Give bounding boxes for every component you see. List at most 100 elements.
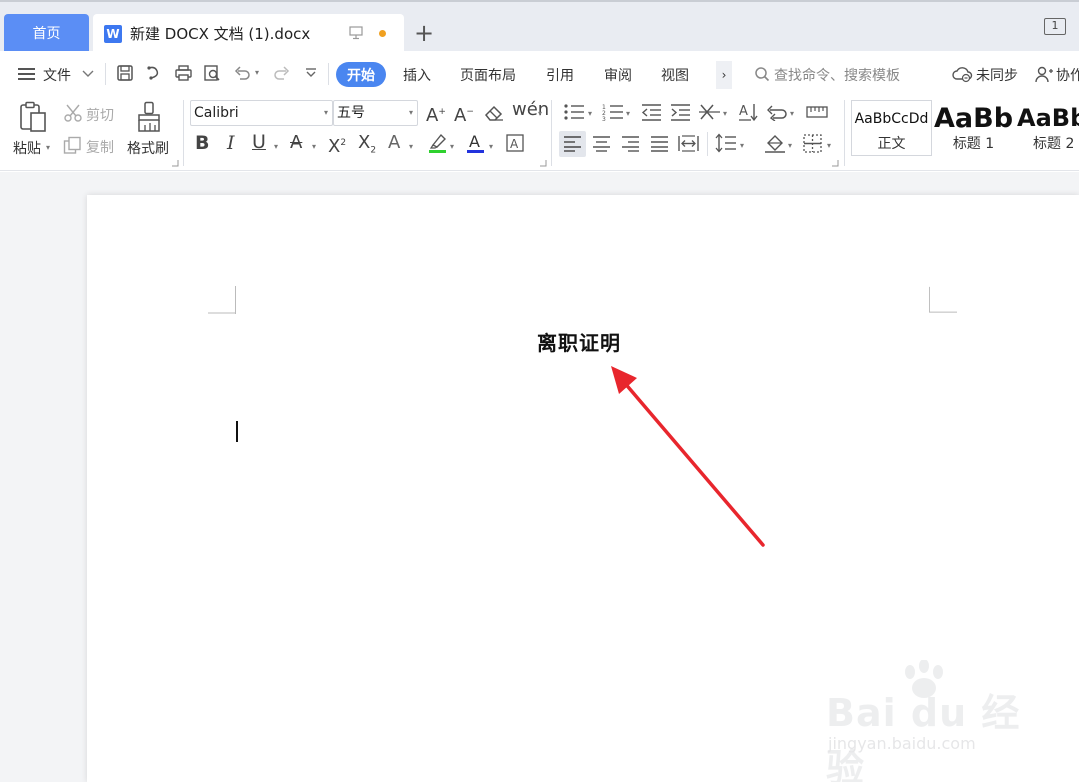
divider (551, 100, 552, 166)
style-heading-1[interactable]: AaBb 标题 1 (933, 100, 1014, 156)
show-hide-marks-icon[interactable] (767, 104, 787, 121)
tab-home[interactable]: 首页 (4, 14, 89, 52)
increase-font-size-icon[interactable]: A+ (426, 103, 446, 125)
superscript-icon[interactable]: X2 (328, 134, 346, 156)
numbered-dropdown-icon[interactable]: ▾ (626, 109, 630, 118)
tab-home-label: 首页 (32, 26, 61, 42)
save-icon[interactable] (116, 64, 134, 82)
undo-icon[interactable] (234, 65, 252, 81)
underline-dropdown-icon[interactable]: ▾ (274, 142, 278, 151)
document-workspace: 离职证明 Bai du 经验 jingyan.baidu.com (0, 172, 1079, 782)
shading-dropdown-icon[interactable]: ▾ (788, 141, 792, 150)
command-search-input[interactable]: 查找命令、搜索模板 (774, 65, 900, 85)
align-center-icon[interactable] (592, 135, 611, 152)
format-painter-icon[interactable] (136, 101, 162, 133)
tab-start[interactable]: 开始 (336, 62, 386, 87)
text-effect-icon[interactable]: A (388, 134, 400, 152)
cut-button[interactable]: 剪切 (86, 105, 114, 125)
numbered-list-icon[interactable]: 123 (602, 103, 624, 121)
tab-bar: 首页 W 新建 DOCX 文档 (1).docx + 1 (0, 0, 1079, 53)
paste-button[interactable]: 粘贴 (13, 138, 41, 158)
paste-icon[interactable] (18, 101, 48, 133)
cut-icon[interactable] (63, 104, 83, 123)
sync-status[interactable]: 未同步 (976, 65, 1018, 85)
text-effect-dropdown-icon[interactable]: ▾ (409, 142, 413, 151)
style-heading-1-label: 标题 1 (952, 136, 995, 152)
export-icon[interactable] (145, 64, 163, 82)
wps-writer-icon: W (104, 24, 122, 43)
font-group-launcher-icon[interactable] (540, 160, 547, 167)
svg-text:A: A (510, 137, 519, 151)
highlight-dropdown-icon[interactable]: ▾ (450, 142, 454, 151)
font-color-icon[interactable]: A (466, 132, 486, 154)
paste-dropdown-icon[interactable]: ▾ (46, 143, 50, 152)
strikethrough-icon[interactable]: A (290, 134, 302, 152)
tab-references[interactable]: 引用 (546, 65, 574, 85)
style-heading-2[interactable]: AaBb 标题 2 (1014, 100, 1079, 156)
redo-icon[interactable] (272, 65, 290, 81)
ruler-icon[interactable] (806, 106, 828, 118)
increase-indent-icon[interactable] (670, 103, 691, 121)
sort-icon[interactable]: A (738, 102, 760, 122)
group-launcher-icon[interactable] (172, 160, 179, 167)
tab-review[interactable]: 审阅 (604, 65, 632, 85)
tab-view[interactable]: 视图 (661, 65, 689, 85)
phonetic-dropdown-icon[interactable]: ▾ (538, 109, 542, 118)
shading-icon[interactable] (764, 133, 786, 153)
clear-format-eraser-icon[interactable] (483, 104, 505, 122)
print-preview-icon[interactable] (203, 64, 222, 82)
font-size-select[interactable]: 五号 ▾ (333, 100, 418, 126)
chevron-down-icon: ▾ (408, 108, 413, 117)
cloud-sync-icon[interactable] (951, 65, 973, 83)
align-left-icon[interactable] (563, 135, 582, 152)
font-name-select[interactable]: Calibri ▾ (190, 100, 333, 126)
line-spacing-icon[interactable] (715, 133, 737, 153)
divider (328, 63, 329, 85)
menu-file[interactable]: 文件 (43, 65, 71, 85)
highlight-pen-icon[interactable] (428, 132, 448, 154)
new-tab-button[interactable]: + (414, 21, 434, 45)
window-switch-icon[interactable]: 1 (1044, 18, 1066, 35)
italic-icon[interactable]: I (227, 134, 235, 153)
decrease-font-size-icon[interactable]: A− (454, 103, 474, 125)
bullet-dropdown-icon[interactable]: ▾ (588, 109, 592, 118)
bullet-list-icon[interactable] (563, 103, 585, 121)
collaborate-button[interactable]: 协作 (1056, 65, 1079, 85)
decrease-indent-icon[interactable] (641, 103, 662, 121)
undo-dropdown-icon[interactable]: ▾ (255, 68, 259, 77)
marks-dropdown-icon[interactable]: ▾ (790, 109, 794, 118)
tab-insert[interactable]: 插入 (403, 65, 431, 85)
style-normal[interactable]: AaBbCcDd 正文 (851, 100, 932, 156)
copy-button[interactable]: 复制 (86, 137, 114, 157)
collaborate-user-icon[interactable] (1034, 65, 1054, 83)
subscript-icon[interactable]: X2 (358, 134, 376, 160)
line-spacing-dropdown-icon[interactable]: ▾ (740, 141, 744, 150)
format-painter-button[interactable]: 格式刷 (127, 138, 169, 158)
phonetic-guide-icon[interactable]: wén (512, 101, 549, 119)
align-right-icon[interactable] (621, 135, 640, 152)
chevron-down-icon[interactable] (82, 70, 94, 78)
distributed-align-icon[interactable] (678, 134, 699, 153)
monitor-icon[interactable] (349, 26, 363, 40)
font-name-value: Calibri (194, 105, 239, 121)
print-icon[interactable] (174, 64, 193, 82)
more-tabs-button[interactable]: › (716, 61, 732, 89)
justify-icon[interactable] (650, 135, 669, 152)
bold-icon[interactable]: B (195, 134, 209, 153)
tab-page-layout[interactable]: 页面布局 (460, 65, 516, 85)
tab-document[interactable]: W 新建 DOCX 文档 (1).docx (93, 14, 404, 53)
borders-dropdown-icon[interactable]: ▾ (827, 141, 831, 150)
character-border-icon[interactable]: A (506, 134, 524, 152)
copy-icon[interactable] (63, 136, 83, 155)
style-heading-1-sample: AaBb (934, 103, 1014, 134)
chinese-layout-dropdown-icon[interactable]: ▾ (723, 109, 727, 118)
hamburger-menu-icon[interactable] (18, 68, 35, 80)
customize-toolbar-icon[interactable] (305, 68, 317, 78)
paragraph-group-launcher-icon[interactable] (832, 160, 839, 167)
baidu-jingyan-watermark: Bai du 经验 jingyan.baidu.com (826, 660, 1026, 782)
chinese-layout-icon[interactable] (699, 103, 721, 121)
font-color-dropdown-icon[interactable]: ▾ (489, 142, 493, 151)
borders-icon[interactable] (803, 134, 822, 153)
strikethrough-dropdown-icon[interactable]: ▾ (312, 142, 316, 151)
underline-icon[interactable]: U (252, 133, 266, 152)
